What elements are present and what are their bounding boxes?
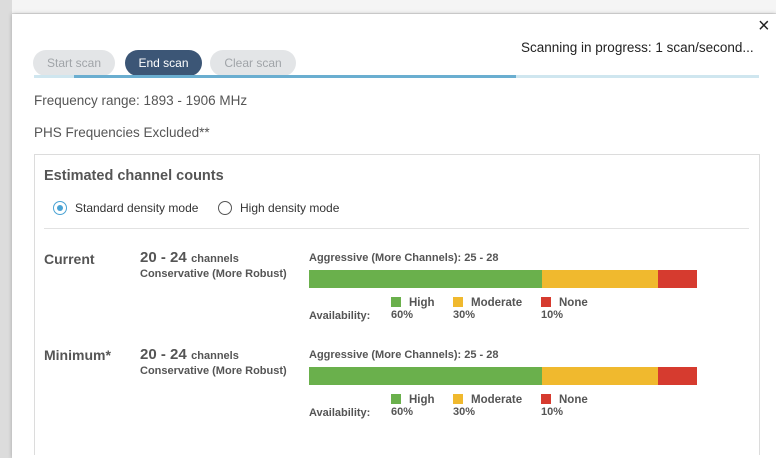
availability-segment-none (658, 367, 697, 385)
scan-status-text: Scanning in progress: 1 scan/second... (521, 40, 754, 55)
radio-unchecked-icon (218, 201, 232, 215)
availability-segment-high (309, 270, 542, 288)
legend-moderate-pct: 30% (453, 309, 476, 321)
conservative-label: Conservative (More Robust) (140, 365, 287, 377)
count-unit: channels (191, 253, 239, 265)
availability-bar-minimum (309, 367, 697, 385)
legend-none-pct: 10% (541, 309, 564, 321)
radio-checked-icon (53, 201, 67, 215)
high-swatch (391, 297, 401, 307)
legend-none-label: None (559, 394, 588, 406)
aggressive-label: Aggressive (More Channels): 25 - 28 (309, 349, 499, 361)
legend-moderate: Moderate 30% (453, 297, 522, 321)
frequency-range: Frequency range: 1893 - 1906 MHz (34, 93, 248, 108)
legend-high-pct: 60% (391, 309, 414, 321)
availability-segment-moderate (541, 270, 659, 288)
conservative-label: Conservative (More Robust) (140, 268, 287, 280)
availability-segment-none (658, 270, 697, 288)
availability-bar-current (309, 270, 697, 288)
end-scan-button[interactable]: End scan (125, 50, 202, 76)
legend-moderate: Moderate 30% (453, 394, 522, 418)
count-range: 20 - 24 (140, 346, 187, 363)
row-label-minimum: Minimum* (44, 347, 111, 363)
clear-scan-button[interactable]: Clear scan (210, 50, 296, 76)
excluded-note: PHS Frequencies Excluded** (34, 125, 210, 140)
panel-title: Estimated channel counts (44, 168, 224, 184)
none-swatch (541, 297, 551, 307)
count-unit: channels (191, 350, 239, 362)
legend-moderate-label: Moderate (471, 297, 523, 309)
moderate-swatch (453, 297, 463, 307)
legend-none-label: None (559, 297, 588, 309)
none-swatch (541, 394, 551, 404)
divider (44, 228, 749, 229)
high-density-label: High density mode (240, 201, 340, 215)
scan-progress-bar (34, 75, 759, 78)
count-range: 20 - 24 (140, 249, 187, 266)
standard-density-radio[interactable]: Standard density mode (53, 201, 198, 215)
legend-high-label: High (409, 297, 435, 309)
availability-segment-moderate (541, 367, 659, 385)
availability-segment-high (309, 367, 542, 385)
row-label-current: Current (44, 251, 95, 267)
standard-density-label: Standard density mode (75, 201, 199, 215)
legend-none-pct: 10% (541, 406, 564, 418)
availability-label: Availability: (309, 407, 371, 419)
high-swatch (391, 394, 401, 404)
legend-moderate-label: Moderate (471, 394, 523, 406)
legend-high-pct: 60% (391, 406, 414, 418)
scan-progress-fill (74, 75, 517, 78)
background-window-edge (0, 0, 12, 458)
legend-high-label: High (409, 394, 435, 406)
aggressive-label: Aggressive (More Channels): 25 - 28 (309, 252, 499, 264)
close-icon[interactable]: × (758, 16, 770, 36)
high-density-radio[interactable]: High density mode (218, 201, 339, 215)
channel-counts-panel: Estimated channel counts Standard densit… (34, 154, 760, 455)
start-scan-button[interactable]: Start scan (33, 50, 115, 76)
availability-label: Availability: (309, 310, 371, 322)
legend-high: High 60% (391, 394, 435, 418)
legend-none: None 10% (541, 297, 588, 321)
moderate-swatch (453, 394, 463, 404)
channel-count-minimum: 20 - 24 channels (140, 346, 239, 364)
background-window-top (0, 0, 776, 14)
legend-none: None 10% (541, 394, 588, 418)
channel-count-current: 20 - 24 channels (140, 249, 239, 267)
legend-high: High 60% (391, 297, 435, 321)
legend-moderate-pct: 30% (453, 406, 476, 418)
